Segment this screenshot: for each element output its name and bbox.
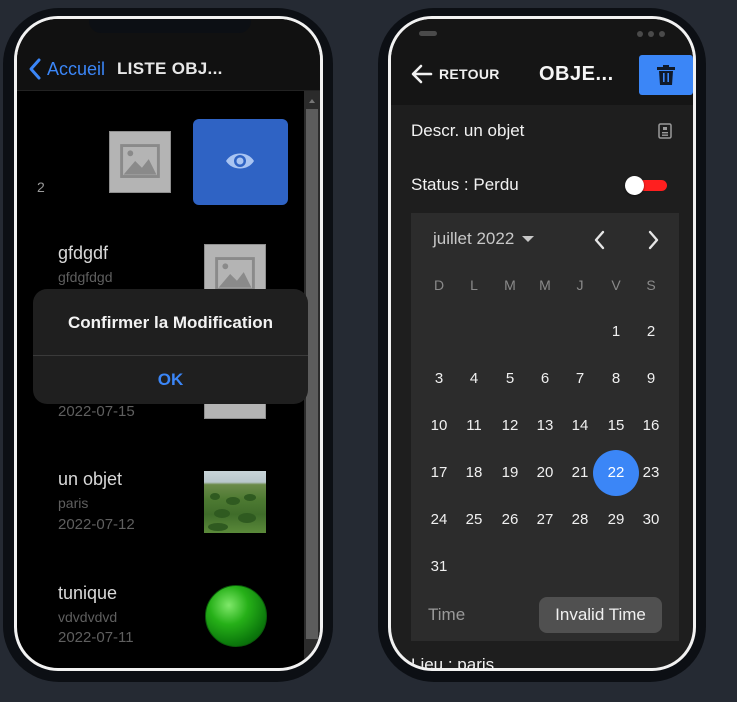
- page-title: OBJE...: [539, 63, 614, 85]
- calendar-day[interactable]: 11: [456, 408, 492, 444]
- time-label: Time: [428, 605, 466, 624]
- retour-button[interactable]: RETOUR: [411, 63, 500, 85]
- left-phone-screen: Accueil LISTE OBJ... 2 gfdgdf gfdgfdgd 2…: [14, 16, 323, 671]
- time-button[interactable]: Invalid Time: [539, 597, 662, 633]
- next-month-button[interactable]: [641, 227, 665, 253]
- document-icon[interactable]: [658, 123, 672, 139]
- dialog-title: Confirmer la Modification: [68, 313, 273, 332]
- calendar-day[interactable]: 2: [633, 314, 669, 350]
- month-selector[interactable]: juillet 2022: [433, 229, 535, 249]
- calendar-day[interactable]: 26: [492, 502, 528, 538]
- item-subtitle: gfdgfdgd: [58, 269, 113, 285]
- back-label: Accueil: [47, 58, 106, 79]
- weekday-label: L: [470, 277, 478, 293]
- item-title: tunique: [58, 583, 118, 603]
- calendar-day[interactable]: 3: [421, 361, 457, 397]
- calendar-day[interactable]: 29: [598, 502, 634, 538]
- chevron-left-icon: [594, 230, 605, 250]
- calendar-day[interactable]: 30: [633, 502, 669, 538]
- calendar-day[interactable]: 27: [527, 502, 563, 538]
- item-title: un objet: [58, 469, 123, 489]
- scroll-up-arrow-icon[interactable]: [309, 99, 315, 103]
- calendar-day[interactable]: 7: [562, 361, 598, 397]
- item-date: 2022-07-11: [58, 629, 134, 646]
- calendar-day[interactable]: 1: [598, 314, 634, 350]
- calendar-day[interactable]: 4: [456, 361, 492, 397]
- right-header: RETOUR OBJE...: [391, 51, 693, 105]
- calendar-day[interactable]: 9: [633, 361, 669, 397]
- weekday-label: S: [646, 277, 656, 293]
- item-subtitle: paris: [58, 495, 89, 511]
- calendar-day[interactable]: 24: [421, 502, 457, 538]
- status-toggle[interactable]: [625, 176, 667, 195]
- back-accueil-link[interactable]: Accueil: [27, 57, 105, 81]
- caret-down-icon: [522, 236, 535, 242]
- calendar-day[interactable]: 20: [527, 455, 563, 491]
- right-phone-screen: RETOUR OBJE... Descr. un objet Status : …: [388, 16, 696, 671]
- calendar-day[interactable]: 31: [421, 549, 457, 585]
- calendar-day[interactable]: 6: [527, 361, 563, 397]
- item-date: 2022-07-15: [58, 403, 135, 420]
- calendar-day[interactable]: 25: [456, 502, 492, 538]
- calendar-day[interactable]: 5: [492, 361, 528, 397]
- location-text: Lieu : paris: [411, 655, 495, 671]
- calendar-day[interactable]: 15: [598, 408, 634, 444]
- chevron-left-icon: [29, 58, 41, 80]
- calendar-day[interactable]: 14: [562, 408, 598, 444]
- status-dots: [637, 31, 665, 37]
- calendar-day[interactable]: 17: [421, 455, 457, 491]
- item-subtitle: vdvdvdvd: [58, 609, 118, 625]
- item-photo: [204, 471, 266, 533]
- chevron-right-icon: [648, 230, 659, 250]
- view-button[interactable]: [193, 119, 288, 205]
- calendar-day[interactable]: 8: [598, 361, 634, 397]
- weekday-label: V: [611, 277, 621, 293]
- calendar-day[interactable]: 28: [562, 502, 598, 538]
- arrow-left-icon: [411, 64, 433, 84]
- calendar-day[interactable]: 23: [633, 455, 669, 491]
- weekday-label: M: [539, 277, 551, 293]
- confirm-dialog: Confirmer la Modification OK: [33, 289, 308, 404]
- calendar-day[interactable]: 18: [456, 455, 492, 491]
- retour-label: RETOUR: [439, 66, 500, 82]
- trash-icon: [657, 65, 675, 85]
- image-placeholder-icon: [109, 131, 171, 193]
- date-picker: juillet 2022 DLMMJVS 1 2 3 4 5 6 7 8 9 10 11 12 13 14…: [411, 213, 679, 641]
- weekday-label: D: [433, 277, 445, 293]
- month-label: juillet 2022: [433, 229, 515, 248]
- dialog-ok-button[interactable]: OK: [33, 356, 308, 404]
- toggle-knob: [625, 176, 644, 195]
- status-label: Status : Perdu: [411, 175, 519, 194]
- page-title: LISTE OBJ...: [117, 59, 223, 78]
- eye-icon: [226, 153, 254, 169]
- prev-month-button[interactable]: [588, 227, 612, 253]
- status-bar: [391, 19, 693, 51]
- weekday-label: J: [576, 277, 584, 293]
- calendar-day[interactable]: 19: [492, 455, 528, 491]
- item-title: gfdgdf: [58, 243, 109, 263]
- calendar-day[interactable]: 16: [633, 408, 669, 444]
- delete-button[interactable]: [639, 55, 693, 95]
- calendar-day[interactable]: 12: [492, 408, 528, 444]
- row-number: 2: [37, 179, 45, 195]
- item-date: 2022-07-12: [58, 516, 135, 533]
- weekday-label: M: [504, 277, 516, 293]
- calendar-day[interactable]: 13: [527, 408, 563, 444]
- item-photo: [205, 585, 267, 647]
- status-pill: [419, 31, 437, 36]
- notch: [89, 19, 251, 33]
- calendar-day[interactable]: 10: [421, 408, 457, 444]
- description-text: Descr. un objet: [411, 121, 525, 140]
